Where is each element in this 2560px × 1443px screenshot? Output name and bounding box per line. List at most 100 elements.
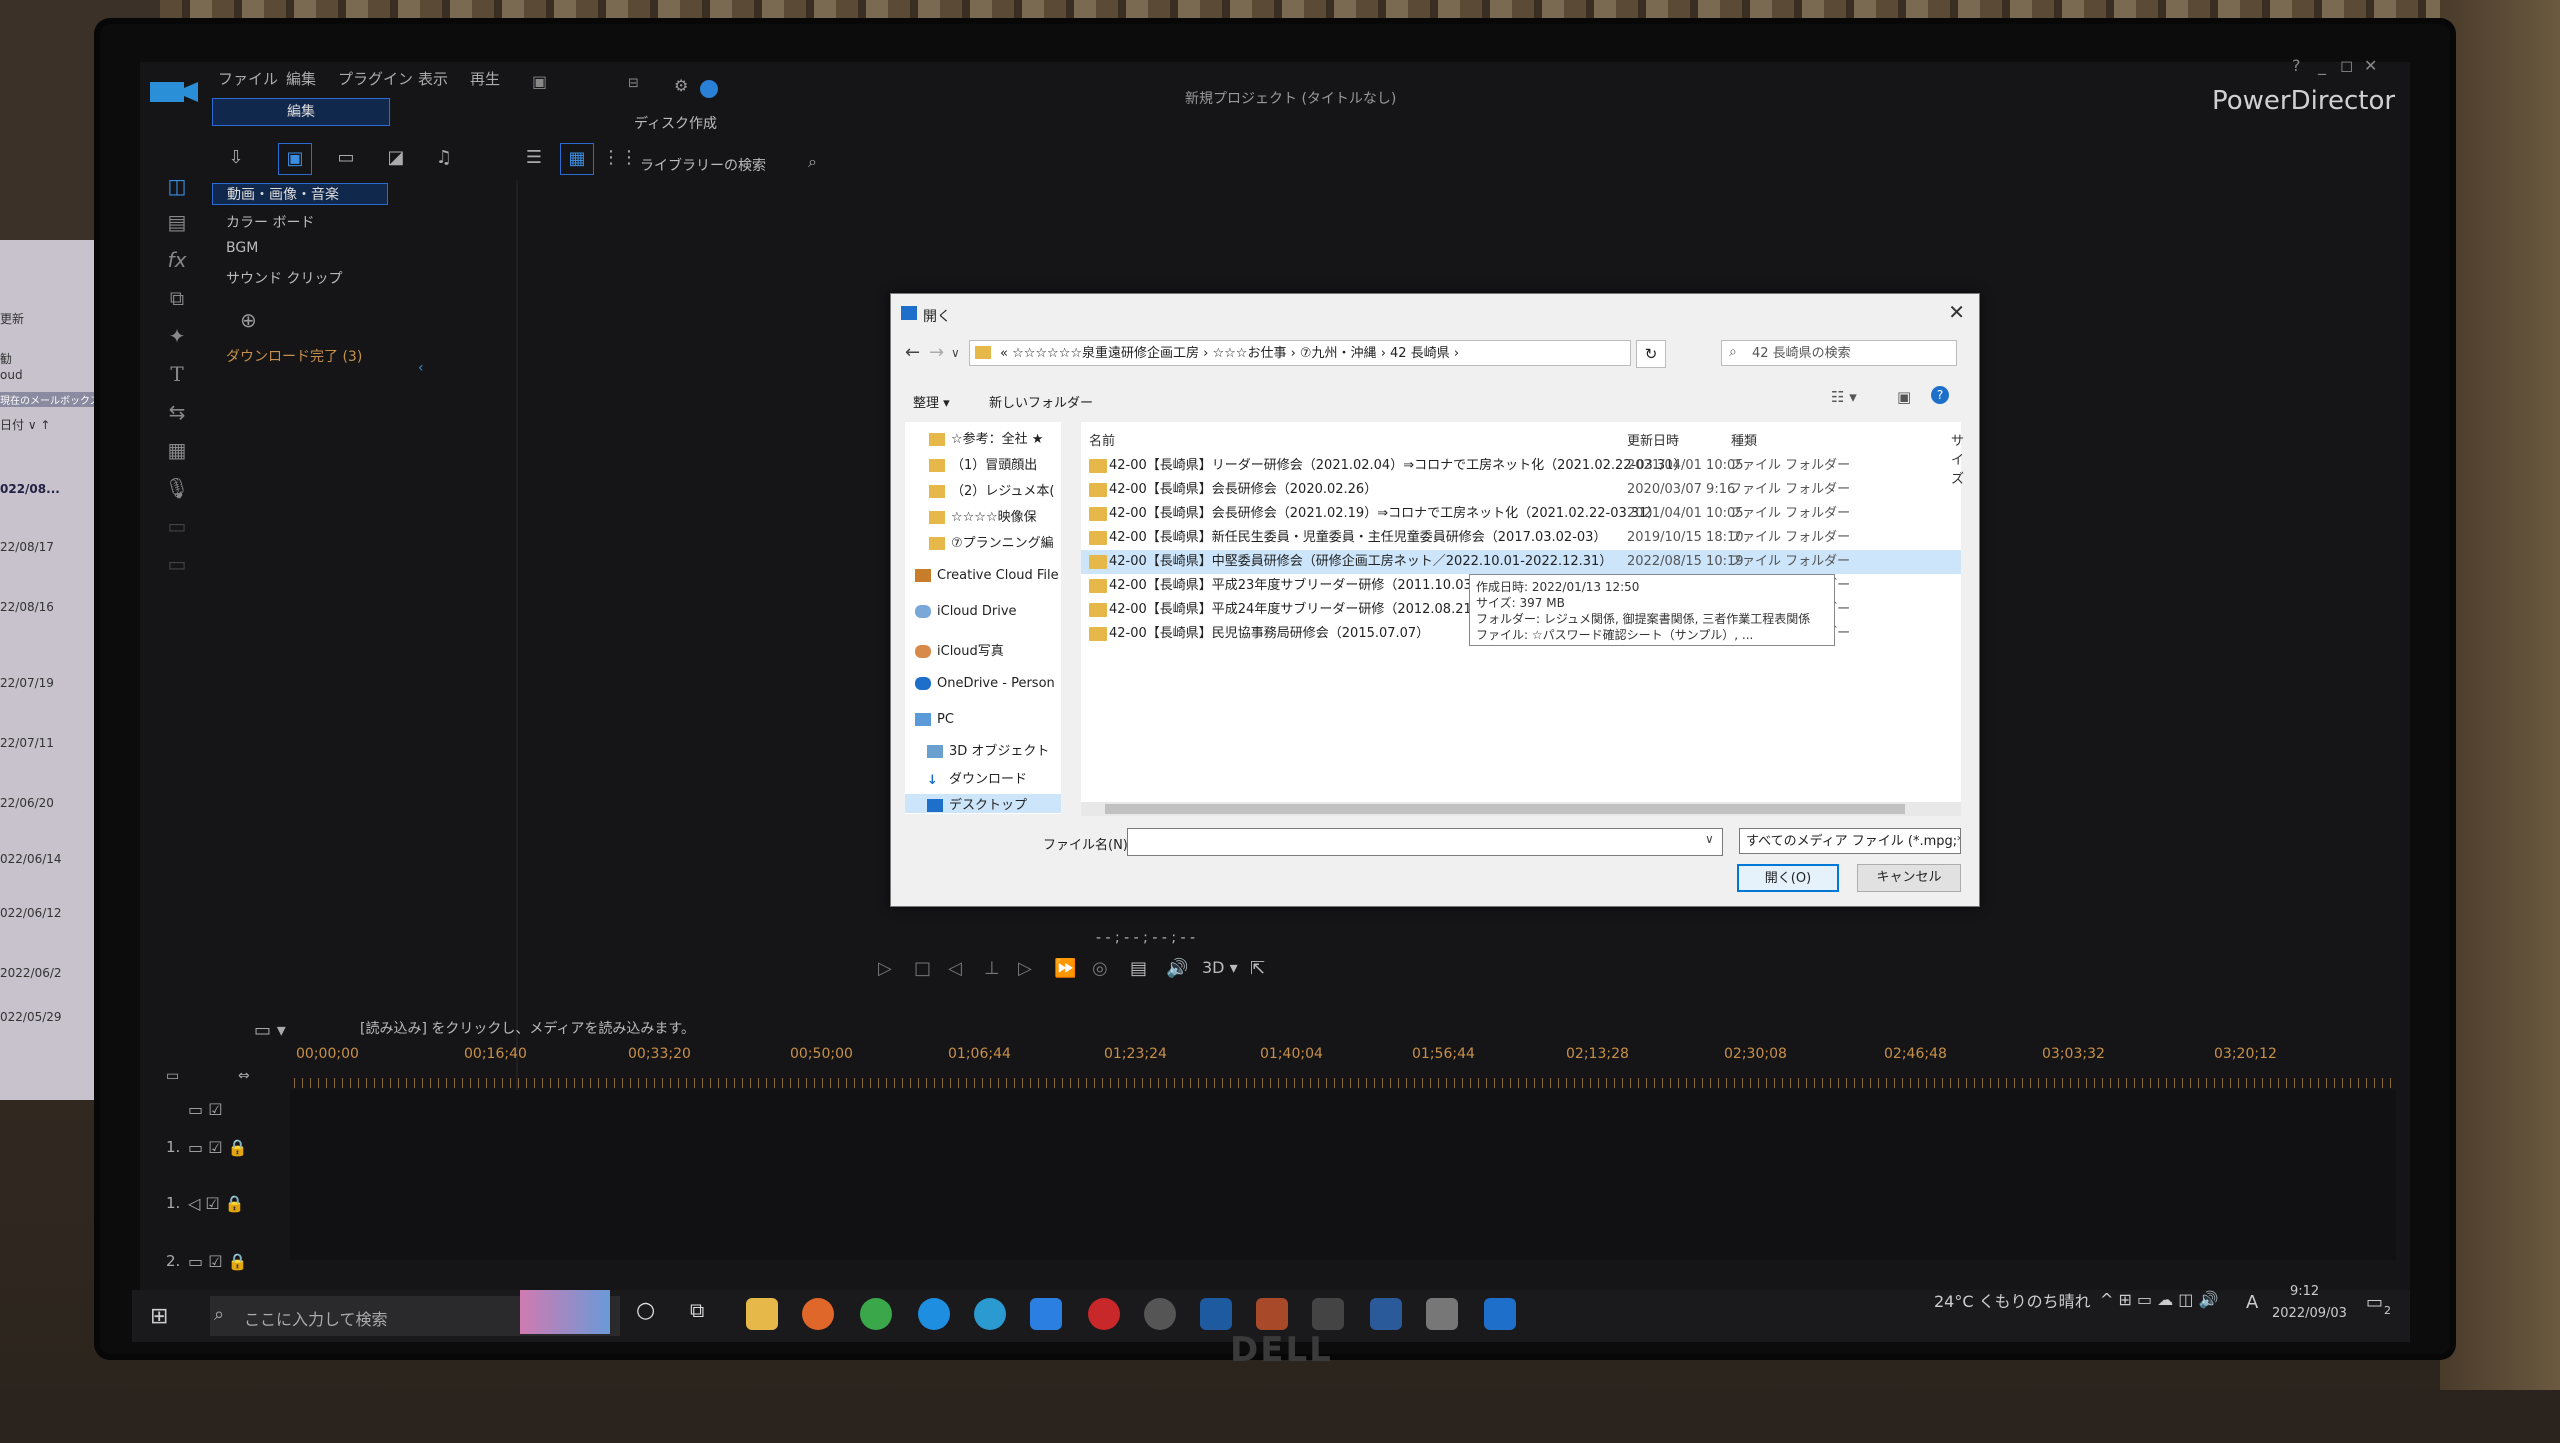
file-row-selected[interactable]: 42-00【長崎県】中堅委員研修会（研修企画工房ネット／2022.10.01-2…	[1081, 550, 1961, 574]
search-icon[interactable]: ⌕	[808, 152, 817, 172]
organize-button[interactable]: 整理 ▾	[913, 392, 950, 411]
nav-folder[interactable]: ☆☆☆☆映像保	[929, 506, 1059, 525]
filter-image-icon[interactable]: ◪	[380, 143, 412, 173]
scrollbar-thumb[interactable]	[1105, 804, 1905, 814]
category-media[interactable]: 動画・画像・音楽	[212, 183, 388, 205]
previous-frame-icon[interactable]: ◁	[948, 958, 962, 979]
windows-start-icon[interactable]: ⊞	[150, 1304, 168, 1329]
filter-music-icon[interactable]: ♫	[428, 143, 460, 173]
snapshot-icon[interactable]: ◎	[1092, 958, 1108, 979]
menu-play[interactable]: 再生	[470, 68, 500, 89]
nav-folder[interactable]: ☆参考：全社 ★	[929, 428, 1059, 447]
nav-folder[interactable]: （2）レジュメ本(	[929, 480, 1059, 499]
close-button[interactable]: ✕	[2364, 56, 2377, 75]
3d-toggle[interactable]: 3D ▾	[1202, 958, 1238, 977]
nav-folder[interactable]: ⑦プランニング編	[929, 532, 1059, 551]
menu-edit[interactable]: 編集	[286, 68, 316, 89]
weather-widget[interactable]: 24°C くもりのち晴れ	[1934, 1288, 2091, 1312]
nav-icloud-drive[interactable]: iCloud Drive	[915, 604, 1061, 619]
stop-icon[interactable]: □	[914, 958, 931, 979]
subtitle-icon[interactable]: ▭	[163, 550, 191, 578]
nav-creative-cloud[interactable]: Creative Cloud File	[915, 568, 1061, 583]
video-track-icon[interactable]: ▭ ☑ 🔒	[188, 1252, 248, 1271]
track-manager-icon[interactable]: ▭	[166, 1068, 179, 1084]
audio-track-icon[interactable]: ◁ ☑ 🔒	[188, 1194, 245, 1213]
preview-pane-icon[interactable]: ▣	[1897, 388, 1911, 406]
file-row[interactable]: 42-00【長崎県】会長研修会（2020.02.26） 2020/03/07 9:…	[1081, 478, 1961, 502]
menu-file[interactable]: ファイル	[218, 68, 278, 89]
task-view-icon[interactable]: ⧉	[690, 1298, 704, 1322]
help-icon[interactable]: ?	[1931, 386, 1949, 404]
category-bgm[interactable]: BGM	[226, 240, 258, 256]
nav-onedrive[interactable]: OneDrive - Person	[915, 676, 1061, 691]
filter-video-icon[interactable]: ▣	[278, 143, 312, 175]
save-icon[interactable]: ▣	[532, 72, 547, 91]
title-icon[interactable]: T	[163, 360, 191, 388]
new-folder-button[interactable]: 新しいフォルダー	[989, 392, 1093, 411]
undock-icon[interactable]: ⇱	[1250, 958, 1265, 979]
cancel-button[interactable]: キャンセル	[1857, 864, 1961, 892]
record-icon[interactable]	[1088, 1298, 1120, 1330]
column-date[interactable]: 更新日時	[1627, 430, 1679, 449]
file-row[interactable]: 42-00【長崎県】新任民生委員・児童委員・主任児童委員研修会（2017.03.…	[1081, 526, 1961, 550]
import-icon[interactable]: ⇩	[220, 143, 252, 173]
play-icon[interactable]: ▷	[878, 958, 892, 979]
explorer-icon[interactable]	[746, 1298, 778, 1330]
app-icon[interactable]	[1312, 1298, 1344, 1330]
split-icon[interactable]: ⊥	[984, 958, 1000, 979]
microphone-icon[interactable]: 🎙	[163, 474, 191, 502]
column-type[interactable]: 種類	[1731, 430, 1757, 449]
fast-forward-icon[interactable]: ⏩	[1054, 958, 1076, 979]
filename-input[interactable]	[1127, 828, 1723, 856]
notification-center-icon[interactable]: ▭	[2366, 1292, 2383, 1313]
nav-downloads[interactable]: ↓ ダウンロード	[927, 768, 1061, 787]
cortana-icon[interactable]: ○	[636, 1298, 655, 1323]
notification-icon[interactable]	[700, 80, 718, 98]
category-color-board[interactable]: カラー ボード	[226, 212, 314, 232]
app-icon[interactable]	[1256, 1298, 1288, 1330]
file-row[interactable]: 42-00【長崎県】会長研修会（2021.02.19）⇒コロナで工房ネット化（2…	[1081, 502, 1961, 526]
transition-icon[interactable]: ⇆	[163, 398, 191, 426]
pip-icon[interactable]: ⧉	[163, 284, 191, 312]
powerdirector-taskbar-icon[interactable]	[1200, 1298, 1232, 1330]
grid-view-icon[interactable]: ▦	[560, 143, 594, 175]
nav-desktop[interactable]: デスクトップ	[905, 794, 1061, 813]
view-options-icon[interactable]: ☷ ▾	[1831, 388, 1857, 406]
collapse-icon[interactable]: ‹	[418, 360, 424, 376]
minimize-button[interactable]: _	[2318, 56, 2326, 75]
menu-view[interactable]: 表示	[418, 68, 448, 89]
filter-clip-icon[interactable]: ▭	[330, 143, 362, 173]
template-icon[interactable]: ▤	[163, 208, 191, 236]
display-ratio-icon[interactable]: ⊟	[628, 76, 639, 91]
effects-icon[interactable]: fx	[163, 246, 191, 274]
column-name[interactable]: 名前	[1089, 430, 1115, 449]
clock-date[interactable]: 2022/09/03	[2272, 1306, 2347, 1321]
media-room-icon[interactable]: ◫	[163, 172, 191, 200]
chapter-icon[interactable]: ▭	[163, 512, 191, 540]
edge-icon[interactable]	[974, 1298, 1006, 1330]
close-icon[interactable]: ✕	[1948, 300, 1965, 324]
video-track-icon[interactable]: ▭ ☑ 🔒	[188, 1138, 248, 1157]
tab-disk-creation[interactable]: ディスク作成	[634, 113, 717, 133]
add-tag-icon[interactable]: ⊕	[240, 308, 257, 332]
next-frame-icon[interactable]: ▷	[1018, 958, 1032, 979]
zoom-icon[interactable]	[1030, 1298, 1062, 1330]
subtitle-toggle-icon[interactable]: ▤	[1130, 958, 1147, 979]
chrome-icon[interactable]	[860, 1298, 892, 1330]
particle-icon[interactable]: ✦	[163, 322, 191, 350]
dialog-search-input[interactable]: 42 長崎県の検索	[1721, 340, 1957, 366]
firefox-icon[interactable]	[802, 1298, 834, 1330]
gear-icon[interactable]: ⚙	[674, 76, 688, 95]
recent-locations-icon[interactable]: ∨	[951, 346, 960, 360]
timeline-tracks[interactable]	[290, 1090, 2396, 1260]
address-bar[interactable]: « ☆☆☆☆☆☆泉重遠研修企画工房 › ☆☆☆お仕事 › ⑦九州・沖縄 › 42…	[969, 340, 1631, 366]
nav-folder[interactable]: （1）冒頭顔出	[929, 454, 1059, 473]
tab-edit[interactable]: 編集	[212, 98, 390, 126]
open-button[interactable]: 開く(O)	[1737, 864, 1839, 892]
nav-icloud-photos[interactable]: iCloud写真	[915, 640, 1061, 659]
small-icon-view-icon[interactable]: ⋮⋮	[602, 143, 638, 173]
list-view-icon[interactable]: ☰	[518, 143, 550, 173]
ime-indicator[interactable]: A	[2246, 1292, 2258, 1313]
system-tray-icons[interactable]: ^ ⊞ ▭ ☁ ◫ 🔊	[2100, 1290, 2218, 1309]
menu-plugin[interactable]: プラグイン	[338, 68, 413, 89]
